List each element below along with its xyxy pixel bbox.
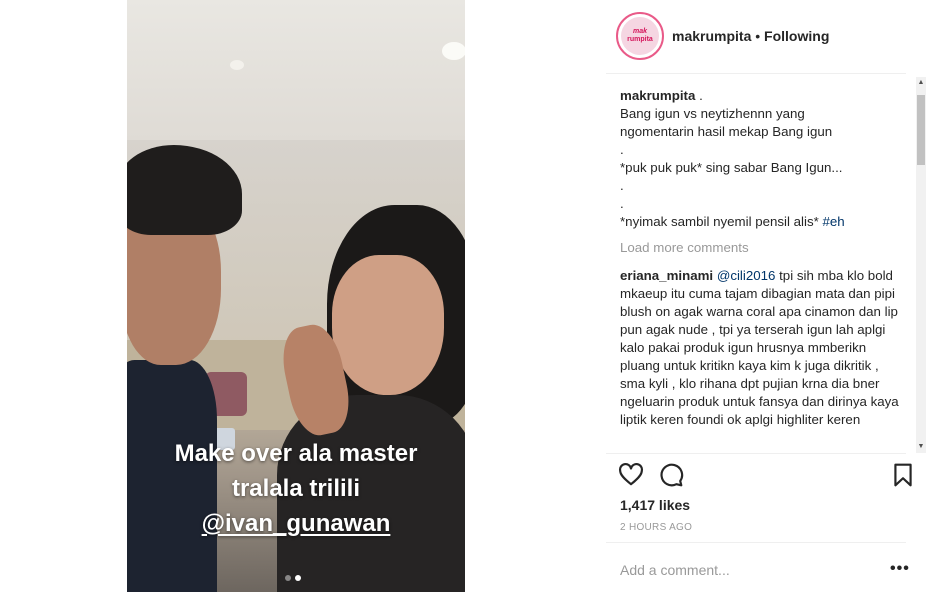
- comments-scrollbar[interactable]: ▲ ▼: [916, 77, 926, 453]
- scroll-down-arrow-icon[interactable]: ▼: [916, 441, 926, 453]
- more-options-button[interactable]: •••: [890, 560, 910, 578]
- ceiling-light: [442, 42, 465, 60]
- comment-text: tpi sih mba klo bold mkaeup itu cuma taj…: [620, 268, 899, 427]
- photo-ceiling: [127, 0, 465, 140]
- load-more-comments[interactable]: Load more comments: [620, 239, 902, 257]
- caption-text: Bang igun vs neytizhennn yang ngomentari…: [620, 105, 902, 231]
- comment-item: eriana_minami @cili2016 tpi sih mba klo …: [620, 267, 902, 429]
- overlay-line-2: tralala trilili: [231, 475, 361, 502]
- action-bar: [618, 462, 912, 490]
- caption-line: *puk puk puk* sing sabar Bang Igun...: [620, 160, 843, 175]
- avatar-logo-text-bottom: rumpita: [627, 36, 653, 43]
- overlay-line-1: Make over ala master: [174, 440, 418, 467]
- avatar-logo-text-top: mak: [632, 28, 647, 35]
- overlay-handle: @ivan_gunawan: [201, 510, 391, 537]
- scroll-thumb[interactable]: [917, 95, 925, 165]
- caption-line: ngomentarin hasil mekap Bang igun: [620, 124, 833, 139]
- post-header: mak rumpita makrumpita • Following: [606, 0, 906, 74]
- comment-bubble-icon[interactable]: [658, 462, 684, 488]
- caption-line: *nyimak sambil nyemil pensil alis*: [620, 214, 823, 229]
- woman-face: [332, 255, 444, 395]
- carousel-dot-active[interactable]: [295, 575, 301, 581]
- comment-username[interactable]: eriana_minami: [620, 268, 713, 283]
- divider: [606, 453, 906, 454]
- caption-line-last: *nyimak sambil nyemil pensil alis* #eh: [620, 213, 902, 231]
- carousel-indicator: [285, 575, 301, 581]
- likes-count[interactable]: 1,417 likes: [620, 497, 690, 513]
- caption-line: Bang igun vs neytizhennn yang: [620, 106, 805, 121]
- post-timestamp[interactable]: 2 HOURS AGO: [620, 522, 692, 533]
- caption-first-suffix: .: [695, 88, 703, 103]
- avatar[interactable]: mak rumpita: [616, 12, 664, 60]
- post-side-panel: mak rumpita makrumpita • Following makru…: [606, 0, 926, 592]
- caption-block: makrumpita . Bang igun vs neytizhennn ya…: [620, 87, 902, 231]
- hashtag-link[interactable]: #eh: [822, 214, 844, 229]
- post-photo[interactable]: Make over ala master tralala trilili @iv…: [127, 0, 465, 592]
- caption-line: .: [620, 142, 624, 157]
- divider: [606, 542, 906, 543]
- caption-line: .: [620, 178, 624, 193]
- carousel-dot[interactable]: [285, 575, 291, 581]
- comments-list[interactable]: makrumpita . Bang igun vs neytizhennn ya…: [606, 75, 916, 453]
- header-username[interactable]: makrumpita: [672, 28, 751, 44]
- header-separator: •: [751, 28, 765, 44]
- comment-mention[interactable]: @cili2016: [717, 268, 776, 283]
- ceiling-sprinkler: [230, 60, 244, 70]
- photo-overlay-text: Make over ala master tralala trilili @iv…: [127, 436, 465, 541]
- avatar-logo: mak rumpita: [621, 17, 659, 55]
- heart-icon[interactable]: [618, 462, 644, 488]
- add-comment-input[interactable]: Add a comment...: [620, 562, 730, 578]
- caption-username[interactable]: makrumpita: [620, 88, 695, 103]
- caption-line: .: [620, 196, 624, 211]
- header-user-line: makrumpita • Following: [672, 28, 829, 44]
- bookmark-icon[interactable]: [890, 462, 916, 488]
- scroll-up-arrow-icon[interactable]: ▲: [916, 77, 926, 89]
- following-button[interactable]: Following: [764, 28, 829, 44]
